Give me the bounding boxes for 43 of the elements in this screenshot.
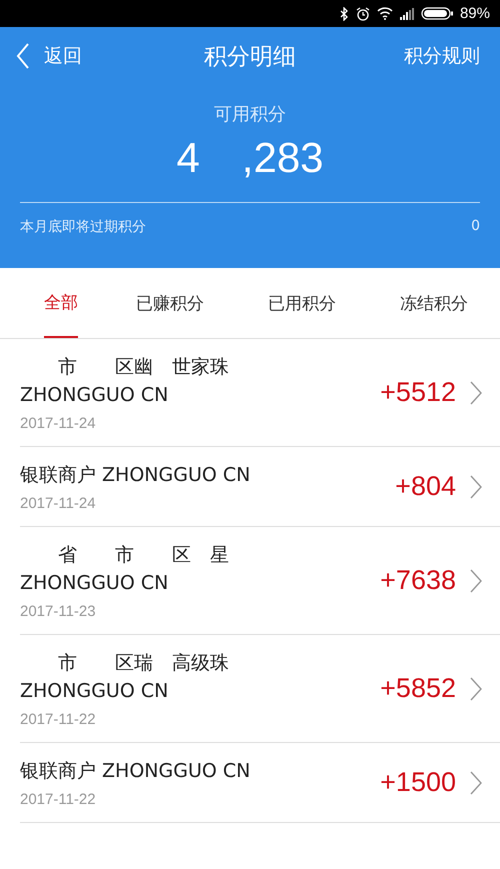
back-icon: [16, 43, 30, 69]
balance-label: 可用积分: [213, 103, 287, 126]
merchant-name: 银联商户 ZHONGGUO CN: [20, 463, 252, 488]
signal-icon: [400, 8, 414, 20]
rules-link[interactable]: 积分规则: [404, 43, 480, 69]
record-row[interactable]: 市 区瑞 高级珠 ZHONGGUO CN 2017-11-22 +5852: [20, 635, 500, 743]
chevron-right-icon: [470, 380, 482, 404]
expiring-value: 0: [471, 218, 480, 236]
filter-tab[interactable]: 全部: [44, 268, 78, 338]
merchant-name: 市 区幽 世家珠 ZHONGGUO CN: [20, 355, 230, 408]
record-date: 2017-11-24: [20, 415, 97, 432]
wifi-icon: [376, 7, 393, 20]
record-row[interactable]: 省 市 区 星 ZHONGGUO CN 2017-11-23 +7638: [20, 527, 500, 635]
record-date: 2017-11-22: [20, 711, 97, 728]
record-row[interactable]: 市 区幽 世家珠 ZHONGGUO CN 2017-11-24 +5512: [20, 339, 500, 447]
points-value: +1500: [380, 767, 456, 798]
chevron-right-icon: [470, 676, 482, 700]
filter-tab[interactable]: 已赚积分: [104, 268, 236, 338]
page-title: 积分明细: [204, 42, 296, 72]
merchant-name: 市 区瑞 高级珠 ZHONGGUO CN: [20, 651, 230, 704]
points-value: +804: [395, 471, 456, 502]
battery-percent: 89%: [460, 5, 490, 22]
back-button[interactable]: 返回: [16, 43, 82, 69]
points-value: +7638: [380, 565, 456, 596]
alarm-icon: [356, 6, 370, 20]
battery-icon: [420, 7, 453, 20]
balance-value: 4 ,283: [175, 133, 325, 183]
points-value: +5852: [380, 673, 456, 704]
chevron-right-icon: [470, 770, 482, 794]
record-row[interactable]: 银联商户 ZHONGGUO CN 2017-11-24 +804: [20, 447, 500, 527]
filter-tab[interactable]: 冻结积分: [368, 268, 500, 338]
record-date: 2017-11-22: [20, 791, 97, 808]
chevron-right-icon: [470, 474, 482, 498]
points-value: +5512: [380, 377, 456, 408]
merchant-name: 银联商户 ZHONGGUO CN: [20, 759, 252, 784]
record-date: 2017-11-24: [20, 495, 97, 512]
bluetooth-icon: [338, 6, 349, 20]
filter-tab[interactable]: 已用积分: [236, 268, 368, 338]
chevron-right-icon: [470, 568, 482, 592]
record-row[interactable]: 银联商户 ZHONGGUO CN 2017-11-22 +1500: [20, 743, 500, 823]
merchant-name: 省 市 区 星 ZHONGGUO CN: [20, 543, 230, 596]
record-date: 2017-11-23: [20, 603, 97, 620]
expiring-label: 本月底即将过期积分: [20, 218, 146, 236]
